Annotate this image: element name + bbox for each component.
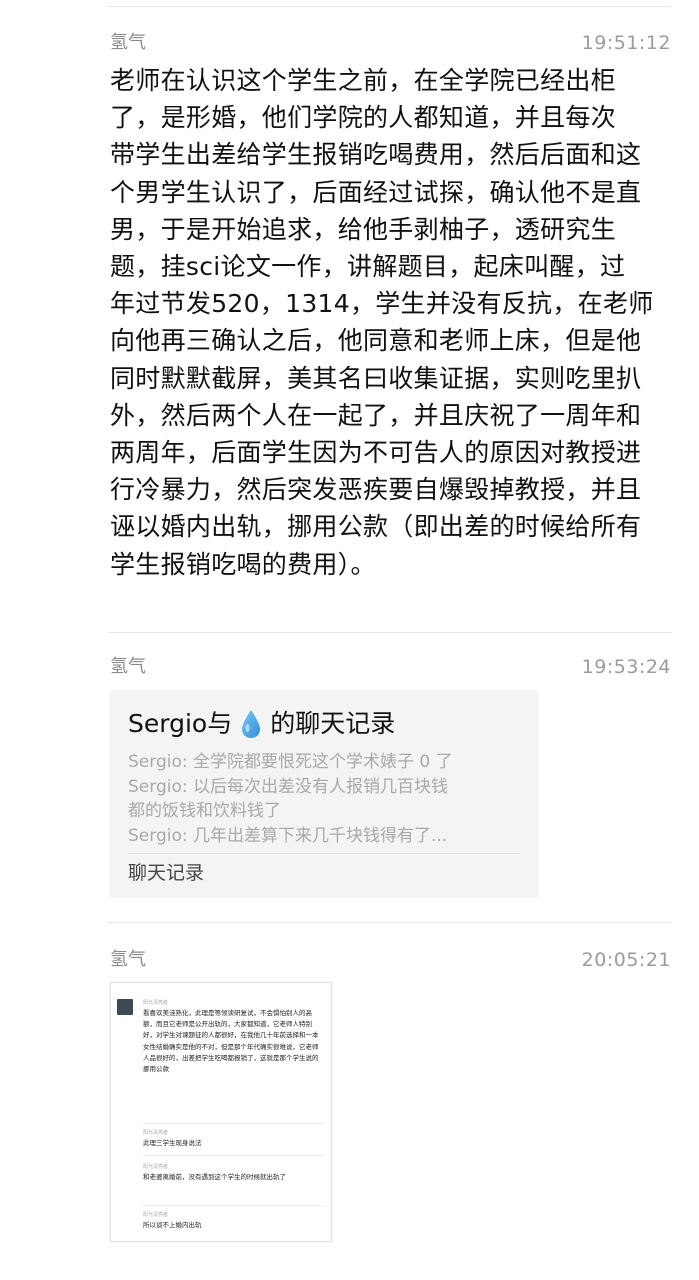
thumbnail-divider xyxy=(143,1205,325,1206)
thumbnail-sender: 阳光清亮者 xyxy=(143,1130,169,1136)
card-divider xyxy=(128,853,520,854)
message-2-header: 氢气 19:53:24 xyxy=(110,652,671,682)
forwarded-chat-record-card[interactable]: Sergio与 的聊天记录 Sergio: 全学院都要恨死这个学术婊子 0 了 xyxy=(110,690,538,898)
image-thumbnail[interactable]: 阳光清亮者 看喜欢美洼熟化，此理是等领读研复试，不会惧怕别人的高额，而且它老师是… xyxy=(110,982,332,1242)
chat-record-page: 氢气 19:51:12 老师在认识这个学生之前，在全学院已经出柜 了，是形婚，他… xyxy=(0,0,699,1280)
thumbnail-message: 阳光清亮者 所以谈不上婚内出轨 xyxy=(117,1211,325,1237)
thumbnail-text: 看喜欢美洼熟化，此理是等领读研复试，不会惧怕别人的高额，而且它老师是公开出轨的，… xyxy=(143,1009,319,1074)
message-3-header: 氢气 20:05:21 xyxy=(110,945,671,975)
thumbnail-message: 阳光清亮者 和老婆离婚前，没有遇到这个学生的时候就出轨了 xyxy=(117,1163,325,1203)
thumbnail-sender: 阳光清亮者 xyxy=(143,1000,169,1006)
thumbnail-header xyxy=(111,983,331,993)
thumbnail-text: 此理三学生现身说法 xyxy=(143,1139,202,1147)
sender-name: 氢气 xyxy=(110,32,146,53)
divider xyxy=(108,6,671,7)
divider xyxy=(108,922,671,923)
thumbnail-divider xyxy=(143,1155,325,1156)
card-preview-line: Sergio: 全学院都要恨死这个学术婊子 0 了 xyxy=(128,752,453,772)
message-time: 20:05:21 xyxy=(581,949,671,971)
divider xyxy=(108,632,671,633)
thumbnail-text: 和老婆离婚前，没有遇到这个学生的时候就出轨了 xyxy=(143,1173,286,1181)
water-drop-icon xyxy=(240,708,262,740)
card-title-prefix: Sergio与 xyxy=(128,709,233,738)
thumbnail-text: 所以谈不上婚内出轨 xyxy=(143,1221,202,1229)
card-title: Sergio与 的聊天记录 xyxy=(128,704,395,744)
thumbnail-sender: 阳光清亮者 xyxy=(143,1164,169,1170)
card-preview-line: Sergio: 以后每次出差没有人报销几百块钱 都的饭钱和饮料钱了 xyxy=(128,776,448,822)
card-footer-label: 聊天记录 xyxy=(128,862,205,884)
message-1-text[interactable]: 老师在认识这个学生之前，在全学院已经出柜 了，是形婚，他们学院的人都知道，并且每… xyxy=(110,62,680,583)
sender-name: 氢气 xyxy=(110,656,146,677)
thumbnail-message: 阳光清亮者 看喜欢美洼熟化，此理是等领读研复试，不会惧怕别人的高额，而且它老师是… xyxy=(117,999,325,1109)
card-preview-line: Sergio: 几年出差算下来几千块钱得有了... xyxy=(128,825,448,846)
avatar xyxy=(117,999,133,1015)
card-preview-lines: Sergio: 全学院都要恨死这个学术婊子 0 了 Sergio: 以后每次出差… xyxy=(128,750,523,848)
thumbnail-divider xyxy=(143,1123,325,1124)
card-title-suffix: 的聊天记录 xyxy=(270,709,396,738)
message-time: 19:51:12 xyxy=(581,32,671,54)
sender-name: 氢气 xyxy=(110,949,146,970)
message-1-header: 氢气 19:51:12 xyxy=(110,28,671,58)
thumbnail-sender: 阳光清亮者 xyxy=(143,1212,169,1218)
message-time: 19:53:24 xyxy=(581,656,671,678)
